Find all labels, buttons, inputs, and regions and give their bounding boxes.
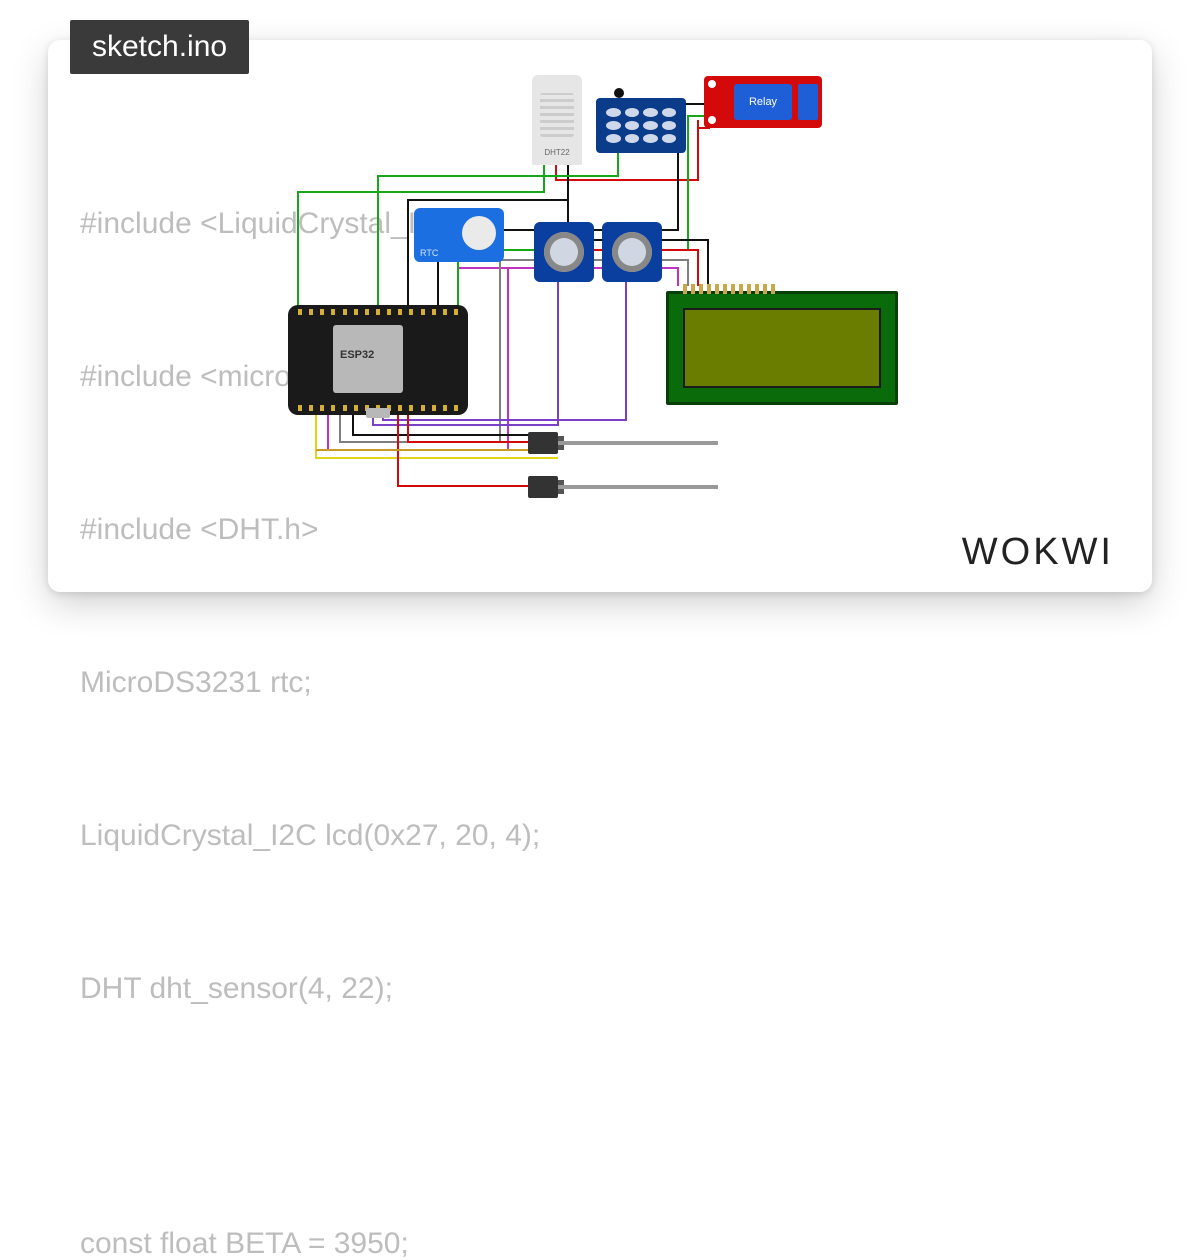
esp32-label: ESP32: [340, 349, 374, 361]
lcd-20x4[interactable]: [666, 291, 898, 405]
file-tab-label: sketch.ino: [92, 30, 227, 63]
lcd-header-pins-icon: [683, 284, 775, 294]
rtc-module[interactable]: RTC: [414, 208, 504, 262]
esp32-board[interactable]: ESP32: [288, 305, 468, 415]
circuit-diagram[interactable]: ESP32 DHT22 Relay RTC: [258, 80, 898, 560]
dht22-sensor[interactable]: DHT22: [532, 75, 582, 165]
usb-port-icon: [366, 408, 390, 418]
wokwi-logo: WOKWI: [962, 531, 1114, 574]
potentiometer-2[interactable]: [602, 222, 662, 282]
relay-terminal-icon: [798, 84, 818, 120]
relay-module[interactable]: Relay: [704, 76, 822, 128]
slide-potentiometer-2[interactable]: [528, 476, 718, 498]
code-line: const float BETA = 3950;: [80, 1218, 540, 1260]
code-line: MicroDS3231 rtc;: [80, 657, 540, 708]
code-line: DHT dht_sensor(4, 22);: [80, 963, 540, 1014]
file-tab[interactable]: sketch.ino: [70, 20, 249, 74]
slide-potentiometer-1[interactable]: [528, 432, 718, 454]
code-line: LiquidCrystal_I2C lcd(0x27, 20, 4);: [80, 810, 540, 861]
project-card: sketch.ino #include <LiquidCrystal_I2C.h…: [48, 40, 1152, 592]
ntc-thermistor-board[interactable]: [596, 98, 686, 153]
wokwi-logo-text: WOKWI: [962, 531, 1114, 573]
dht22-label: DHT22: [532, 148, 582, 157]
relay-label: Relay: [734, 84, 792, 120]
potentiometer-1[interactable]: [534, 222, 594, 282]
rtc-label: RTC: [420, 248, 438, 258]
